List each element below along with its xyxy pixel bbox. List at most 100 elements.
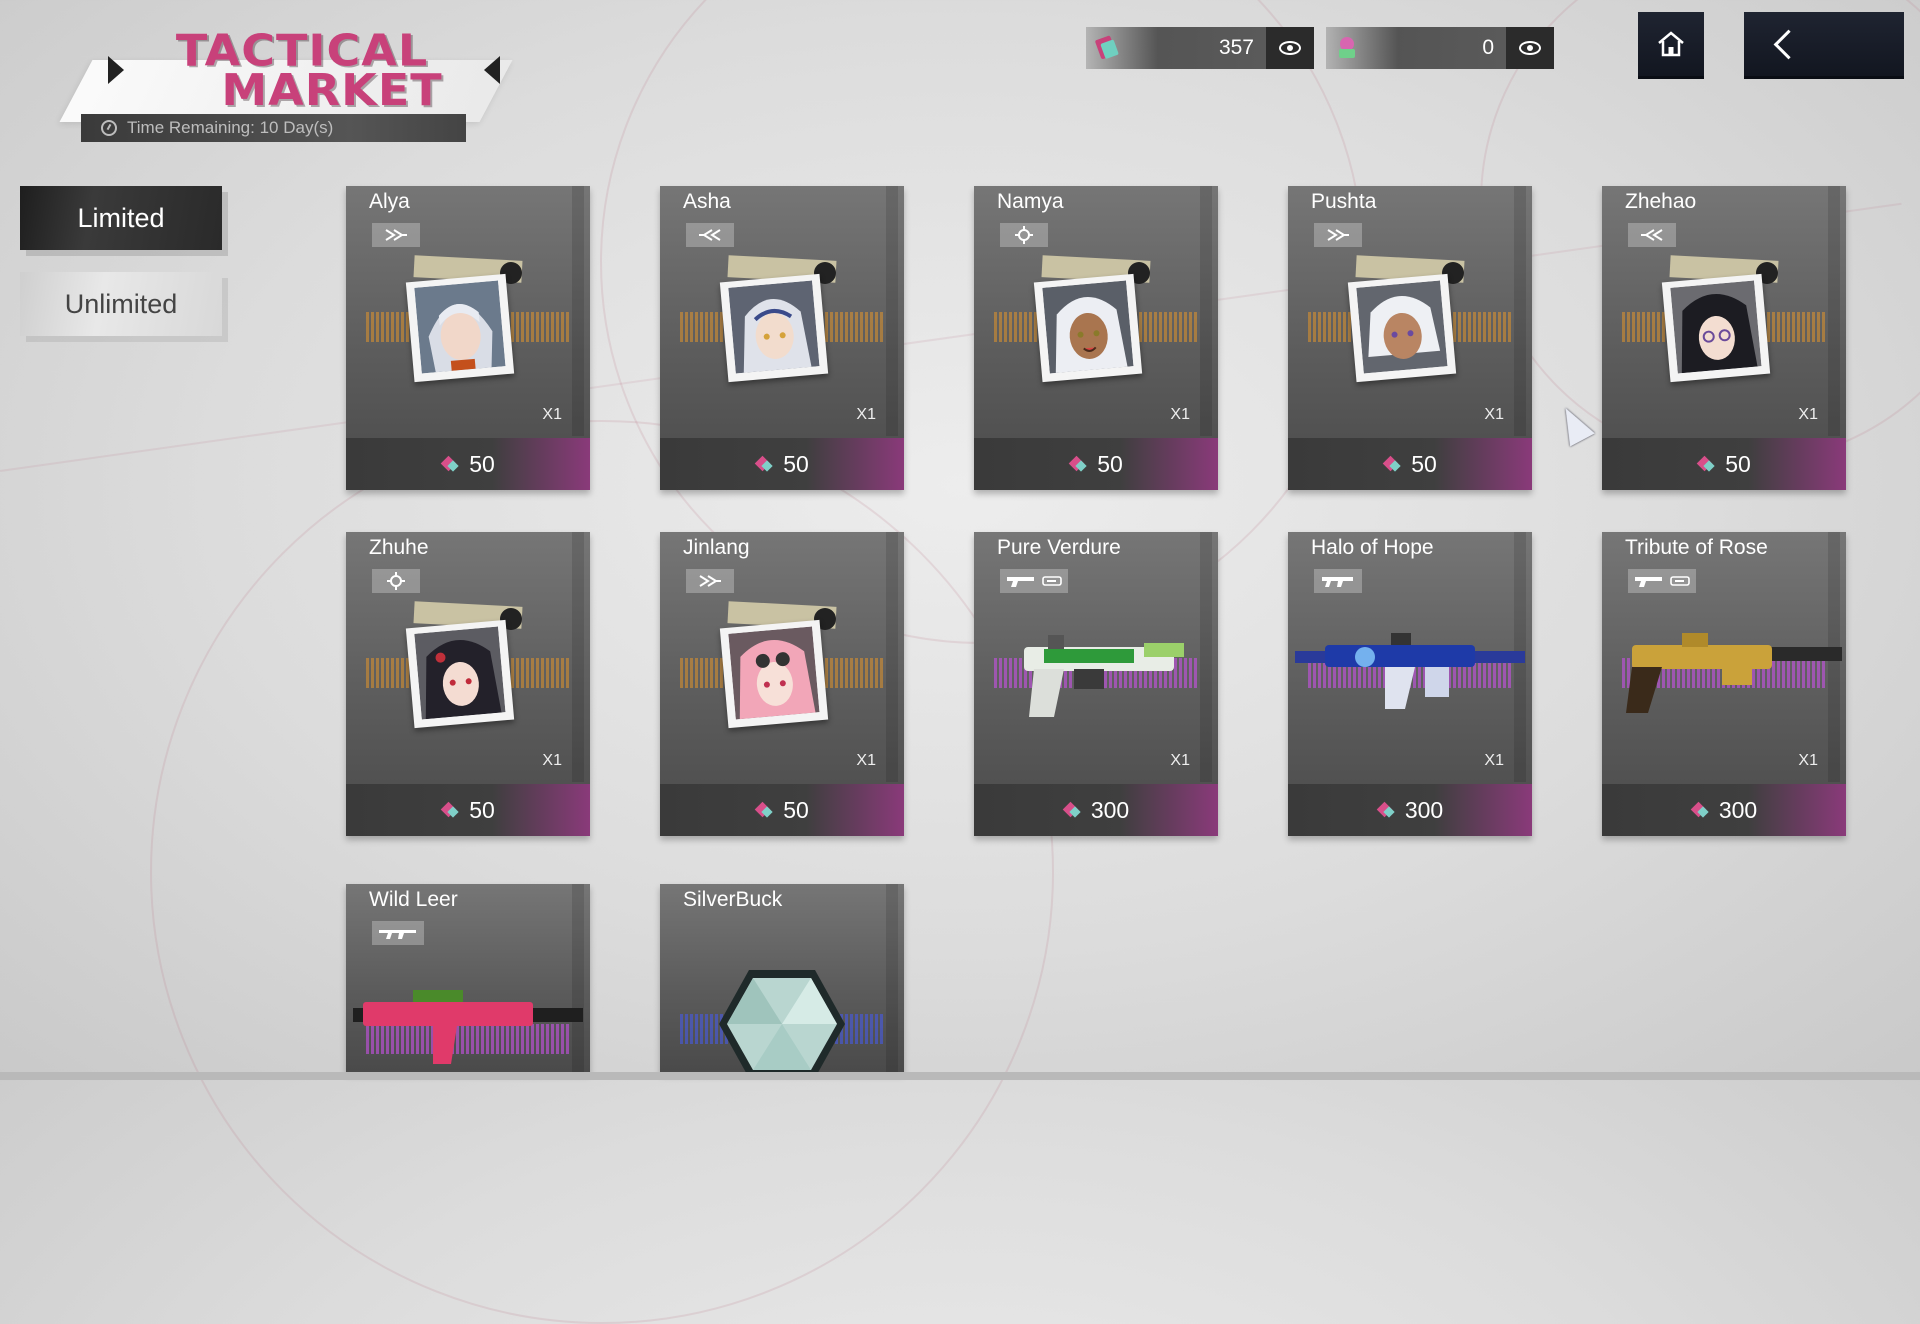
tab-limited-label: Limited <box>77 202 165 233</box>
tab-unlimited-label: Unlimited <box>64 288 178 319</box>
character-portrait <box>405 255 528 383</box>
shop-item-card[interactable]: Pure Verdure X1 300 <box>974 532 1218 836</box>
time-remaining-bar: Time Remaining: 10 Day(s) <box>81 114 466 142</box>
item-price: 50 <box>1725 450 1751 477</box>
portrait-image <box>728 626 820 720</box>
tactical-ticket-icon <box>441 455 459 473</box>
price-bar: 50 <box>660 438 904 490</box>
item-price: 50 <box>469 796 495 823</box>
item-quantity: X1 <box>542 406 562 423</box>
shop-item-card[interactable]: SilverBuck <box>660 884 904 1072</box>
item-price: 50 <box>1097 450 1123 477</box>
shop-item-card[interactable]: Zhehao X1 50 <box>1602 186 1846 490</box>
price-bar: 50 <box>974 438 1218 490</box>
assault-class-icon <box>385 229 407 241</box>
shop-item-card[interactable]: Pushta X1 50 <box>1288 186 1532 490</box>
class-badge <box>1314 223 1362 247</box>
shop-item-card[interactable]: Alya X1 50 <box>346 186 590 490</box>
attachment-icon <box>1670 576 1690 586</box>
attachment-icon <box>1042 576 1062 586</box>
shop-item-card[interactable]: Namya X1 50 <box>974 186 1218 490</box>
class-badge <box>1628 569 1696 593</box>
silverbuck-item-image <box>719 970 845 1072</box>
price-bar: 50 <box>660 784 904 836</box>
item-name: Halo of Hope <box>1311 536 1434 559</box>
shop-item-card[interactable]: Halo of Hope X1 300 <box>1288 532 1532 836</box>
eye-icon <box>1519 41 1541 55</box>
currency-bar: 0 <box>1326 27 1506 69</box>
weapon-image-tribute-of-rose <box>1626 633 1842 713</box>
portrait-image <box>1670 280 1762 374</box>
tab-limited[interactable]: Limited <box>20 186 222 250</box>
class-badge <box>1000 223 1048 247</box>
class-badge <box>1628 223 1676 247</box>
tab-unlimited[interactable]: Unlimited <box>20 272 222 336</box>
item-name: Pure Verdure <box>997 536 1121 559</box>
portrait-image <box>1042 280 1134 374</box>
back-button[interactable] <box>1744 12 1904 76</box>
currency-pink-token: 0 <box>1326 27 1554 69</box>
currency-detail-button[interactable] <box>1506 27 1554 69</box>
tactical-ticket-icon <box>1383 455 1401 473</box>
background-ring <box>150 420 1054 1324</box>
support-class-icon <box>387 572 405 590</box>
currency-value: 0 <box>1482 36 1494 59</box>
item-name: Tribute of Rose <box>1625 536 1768 559</box>
tactical-market-logo: TACTICAL MARKET Time Remaining: 10 Day(s… <box>56 20 516 145</box>
eye-icon <box>1279 41 1301 55</box>
home-button[interactable] <box>1638 12 1704 76</box>
character-portrait <box>719 601 842 729</box>
character-portrait <box>405 601 528 729</box>
shop-item-card[interactable]: Asha X1 50 <box>660 186 904 490</box>
pistol-icon <box>1635 577 1662 587</box>
item-name: Zhuhe <box>369 536 429 559</box>
price-bar: 300 <box>1288 784 1532 836</box>
item-price: 50 <box>469 450 495 477</box>
class-badge <box>372 921 424 945</box>
shop-item-card[interactable]: Tribute of Rose X1 300 <box>1602 532 1846 836</box>
rifle-icon <box>379 930 416 939</box>
shop-item-card[interactable]: Zhuhe X1 50 <box>346 532 590 836</box>
tactical-ticket-icon <box>1063 801 1081 819</box>
assault-class-icon <box>1327 229 1349 241</box>
item-name: Jinlang <box>683 536 750 559</box>
logo-left-arrow <box>108 56 124 84</box>
weapon-image-wild-leer <box>353 990 583 1064</box>
item-price: 300 <box>1404 796 1444 823</box>
clock-icon <box>101 120 117 136</box>
shop-item-card[interactable]: Wild Leer <box>346 884 590 1072</box>
price-bar: 50 <box>346 438 590 490</box>
back-arrow-icon <box>1773 29 1804 59</box>
tactical-ticket-icon <box>1697 455 1715 473</box>
item-quantity: X1 <box>1798 752 1818 769</box>
item-quantity: X1 <box>542 752 562 769</box>
time-remaining-text: Time Remaining: 10 Day(s) <box>127 118 334 137</box>
shop-item-card[interactable]: Jinlang X1 50 <box>660 532 904 836</box>
logo-title: TACTICAL MARKET <box>132 28 472 112</box>
currency-detail-button[interactable] <box>1266 27 1314 69</box>
item-name: Namya <box>997 190 1064 213</box>
item-price: 50 <box>1411 450 1437 477</box>
portrait-image <box>1356 280 1448 374</box>
currency-value: 357 <box>1218 36 1254 59</box>
item-price: 300 <box>1090 796 1130 823</box>
item-name: SilverBuck <box>683 888 783 911</box>
character-portrait <box>1033 255 1156 383</box>
tactical-ticket-icon <box>1095 35 1119 59</box>
class-badge <box>372 223 420 247</box>
tactical-ticket-icon <box>1069 455 1087 473</box>
item-name: Zhehao <box>1625 190 1697 213</box>
price-bar: 50 <box>346 784 590 836</box>
price-bar: 50 <box>1602 438 1846 490</box>
item-quantity: X1 <box>856 752 876 769</box>
portrait-image <box>728 280 820 374</box>
price-bar: 300 <box>1602 784 1846 836</box>
item-name: Pushta <box>1311 190 1377 213</box>
portrait-image <box>414 280 506 374</box>
support-class-icon <box>1015 226 1033 244</box>
price-bar: 50 <box>1288 438 1532 490</box>
item-quantity: X1 <box>1484 752 1504 769</box>
item-quantity: X1 <box>1484 406 1504 423</box>
item-quantity: X1 <box>1170 752 1190 769</box>
pink-token-icon <box>1339 37 1355 58</box>
